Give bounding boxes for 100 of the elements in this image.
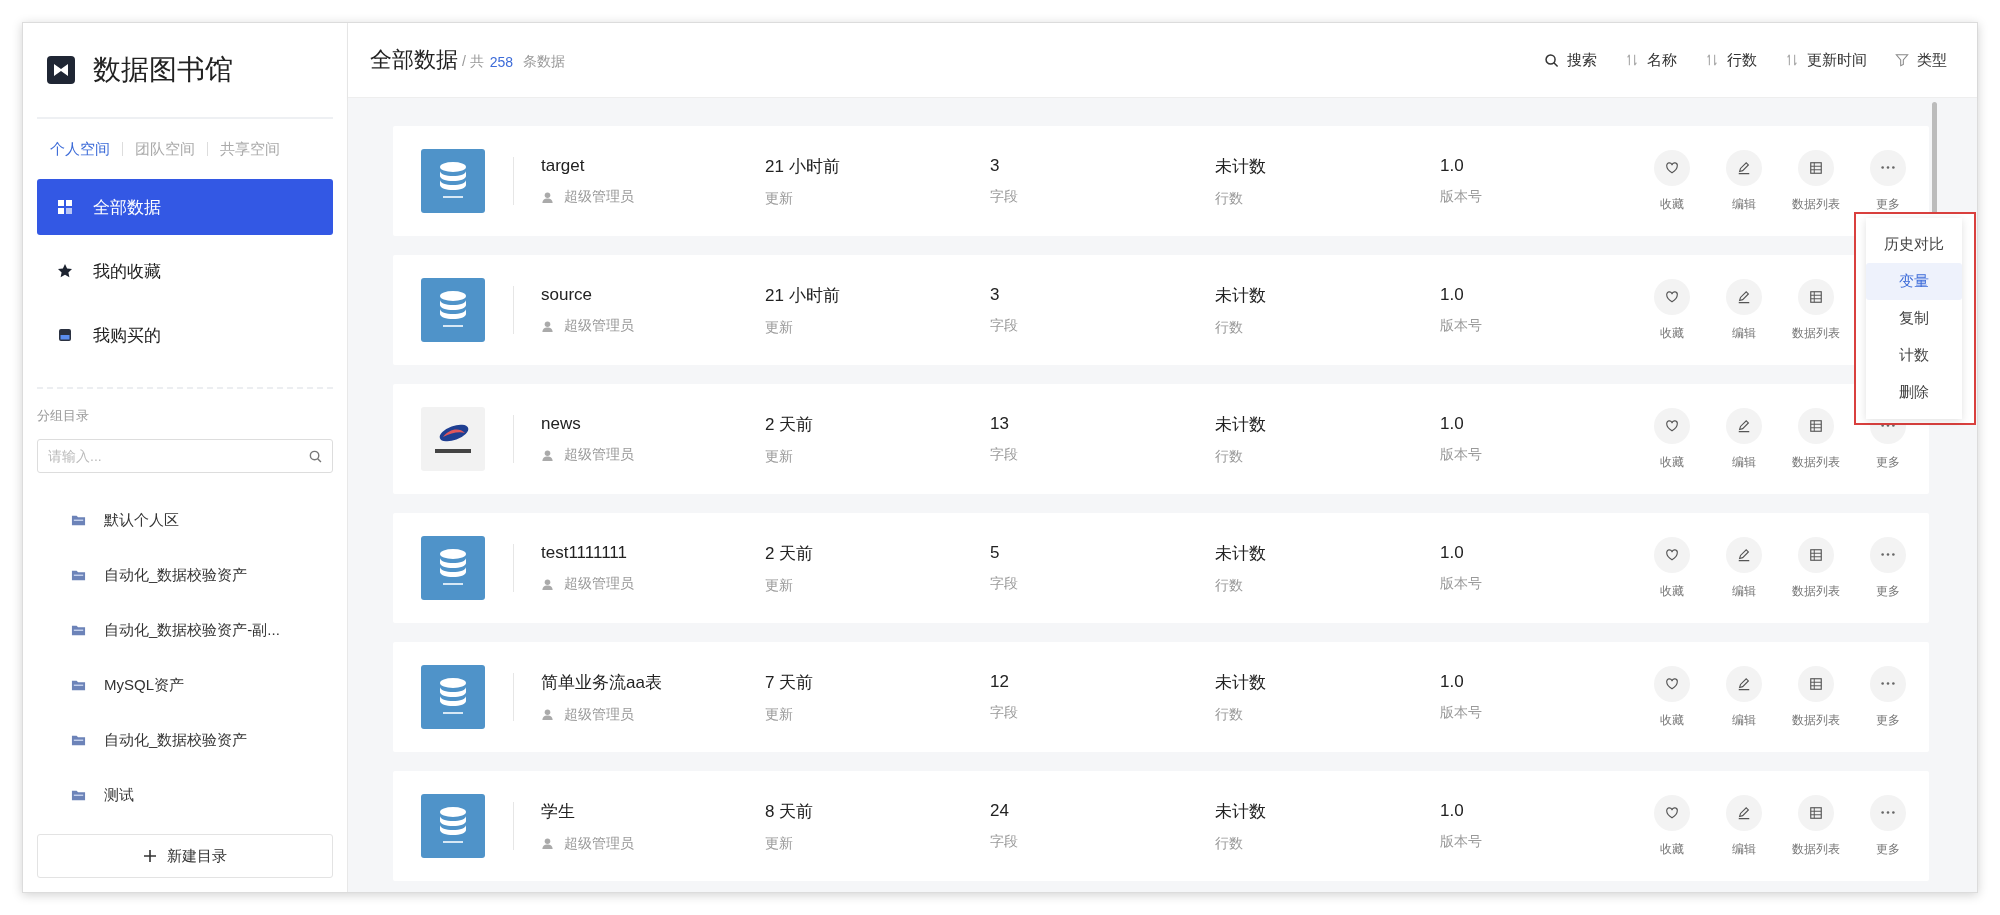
field-label: 字段	[990, 833, 1019, 851]
action-button[interactable]: 收藏	[1639, 536, 1705, 600]
field-count: 24	[990, 801, 1010, 821]
action-button[interactable]: 收藏	[1639, 794, 1705, 858]
field-label: 版本号	[1440, 704, 1483, 722]
folder-item[interactable]: 默认个人区	[37, 493, 333, 548]
action-button[interactable]: 数据列表	[1783, 536, 1849, 600]
nav-item[interactable]: 全部数据	[37, 179, 333, 235]
updated-time: 2 天前	[765, 413, 815, 436]
folder-item[interactable]: 自动化_数据校验资产-副...	[37, 603, 333, 658]
folder-item[interactable]: 自动化_数据校验资产	[37, 713, 333, 768]
action-button[interactable]: 编辑	[1711, 665, 1777, 729]
action-button[interactable]: 更多	[1855, 665, 1921, 729]
table-icon	[1809, 547, 1823, 562]
new-folder-button[interactable]: 新建目录	[37, 834, 333, 878]
field-label: 更新	[765, 318, 794, 337]
logo-icon	[47, 56, 75, 84]
updated-time: 21 小时前	[765, 284, 841, 307]
heart-icon	[1665, 805, 1679, 820]
menu-item[interactable]: 计数	[1866, 337, 1962, 374]
action-button[interactable]: 编辑	[1711, 407, 1777, 471]
folder-item[interactable]: 测试	[37, 768, 333, 823]
toolbar-button[interactable]: 行数	[1705, 50, 1757, 70]
sort-icon	[1625, 53, 1639, 67]
action-button[interactable]: 收藏	[1639, 665, 1705, 729]
action-button[interactable]: 数据列表	[1783, 665, 1849, 729]
dataset-name[interactable]: test1111111	[541, 543, 765, 563]
field-label: 更新	[765, 189, 794, 208]
nav-item[interactable]: 我的收藏	[37, 243, 333, 299]
toolbar-button[interactable]: 类型	[1895, 50, 1947, 70]
field-label: 行数	[1215, 834, 1244, 853]
database-logo	[421, 665, 485, 729]
table-icon	[1809, 160, 1823, 175]
dataset-name[interactable]: 学生	[541, 799, 765, 823]
table-icon	[1809, 418, 1823, 433]
page-title: 全部数据	[370, 46, 458, 74]
action-button[interactable]: 编辑	[1711, 536, 1777, 600]
owner-name: 超级管理员	[564, 317, 634, 335]
owner-name: 超级管理员	[564, 705, 634, 724]
table-icon	[1809, 805, 1823, 820]
toolbar-button[interactable]: 搜索	[1544, 50, 1597, 70]
star-icon	[57, 263, 73, 279]
action-button[interactable]: 收藏	[1639, 278, 1705, 342]
database-logo	[421, 536, 485, 600]
action-button[interactable]: 数据列表	[1783, 407, 1849, 471]
dataset-name[interactable]: source	[541, 285, 765, 305]
database-logo	[421, 407, 485, 471]
pencil-icon	[1737, 289, 1751, 304]
more-icon	[1881, 682, 1895, 685]
action-button[interactable]: 数据列表	[1783, 149, 1849, 213]
dataset-name[interactable]: target	[541, 156, 765, 176]
owner-name: 超级管理员	[564, 575, 634, 593]
field-count: 3	[990, 285, 1001, 305]
folder-icon	[71, 733, 86, 748]
updated-time: 7 天前	[765, 671, 815, 694]
menu-item[interactable]: 变量	[1866, 263, 1962, 300]
action-button[interactable]: 编辑	[1711, 794, 1777, 858]
action-button[interactable]: 收藏	[1639, 407, 1705, 471]
action-button[interactable]: 更多	[1855, 536, 1921, 600]
field-label: 版本号	[1440, 446, 1483, 464]
user-icon	[541, 837, 554, 850]
folder-icon	[71, 568, 86, 583]
menu-item[interactable]: 历史对比	[1866, 226, 1962, 263]
field-count: 12	[990, 672, 1010, 692]
sort-icon	[1705, 53, 1719, 67]
toolbar-button[interactable]: 更新时间	[1785, 50, 1867, 70]
toolbar-button[interactable]: 名称	[1625, 50, 1677, 70]
space-tab[interactable]: 个人空间	[50, 139, 110, 159]
folder-item[interactable]: MySQL资产	[37, 658, 333, 713]
menu-item[interactable]: 复制	[1866, 300, 1962, 337]
row-count: 未计数	[1215, 671, 1267, 694]
search-field[interactable]: 请输入...	[37, 439, 333, 473]
action-button[interactable]: 数据列表	[1783, 794, 1849, 858]
filter-icon	[1895, 53, 1909, 67]
more-icon	[1881, 553, 1895, 556]
sort-icon	[1785, 53, 1799, 67]
field-label: 字段	[990, 704, 1019, 722]
action-button[interactable]: 编辑	[1711, 278, 1777, 342]
section-heading: 分组目录	[37, 407, 90, 425]
action-button[interactable]: 收藏	[1639, 149, 1705, 213]
dataset-name[interactable]: 简单业务流aa表	[541, 670, 765, 694]
action-button[interactable]: 更多	[1855, 149, 1921, 213]
pencil-icon	[1737, 547, 1751, 562]
version-number: 1.0	[1440, 801, 1465, 821]
action-button[interactable]: 编辑	[1711, 149, 1777, 213]
dataset-name[interactable]: news	[541, 414, 765, 434]
heart-icon	[1665, 289, 1679, 304]
row-count: 未计数	[1215, 542, 1267, 565]
action-button[interactable]: 更多	[1855, 794, 1921, 858]
menu-item[interactable]: 删除	[1866, 374, 1962, 411]
updated-time: 2 天前	[765, 542, 815, 565]
nav-item[interactable]: 我购买的	[37, 307, 333, 363]
action-button[interactable]: 数据列表	[1783, 278, 1849, 342]
user-icon	[541, 708, 554, 721]
folder-item[interactable]: 自动化_数据校验资产	[37, 548, 333, 603]
folder-icon	[71, 788, 86, 803]
field-count: 3	[990, 156, 1001, 176]
grid-icon	[57, 199, 73, 215]
user-icon	[541, 448, 554, 462]
folder-icon	[71, 623, 86, 638]
